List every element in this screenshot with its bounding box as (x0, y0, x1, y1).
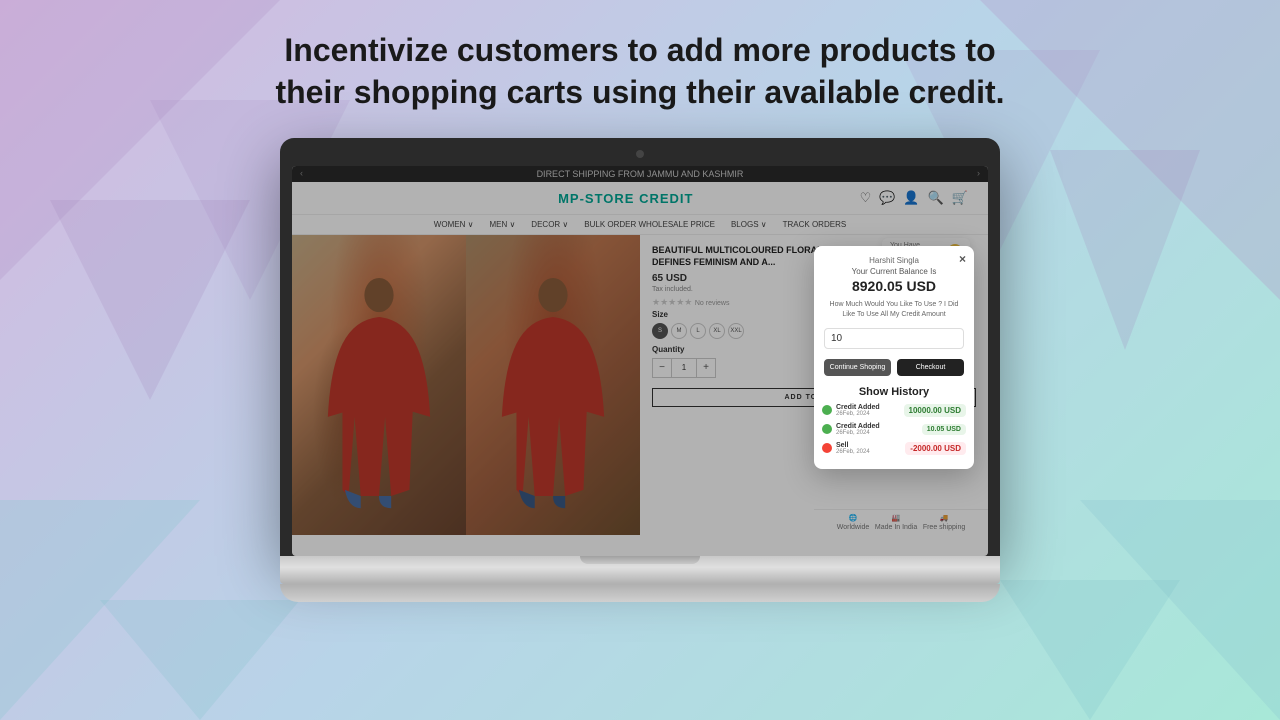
history-amount-3: -2000.00 USD (905, 442, 966, 455)
laptop-base (280, 556, 1000, 584)
history-date-1: 26Feb, 2024 (836, 411, 904, 417)
continue-shopping-button[interactable]: Continue Shoping (824, 359, 891, 376)
checkout-button[interactable]: Checkout (897, 359, 964, 376)
credit-modal: × Harshit Singla Your Current Balance Is… (814, 246, 974, 469)
laptop-screen: ‹ DIRECT SHIPPING FROM JAMMU AND KASHMIR… (292, 166, 988, 556)
hero-headline: Incentivize customers to add more produc… (0, 0, 1280, 133)
modal-action-buttons: Continue Shoping Checkout (814, 353, 974, 382)
history-dot-red-1 (822, 443, 832, 453)
hero-line1: Incentivize customers to add more produc… (284, 32, 995, 68)
history-date-3: 26Feb, 2024 (836, 449, 905, 455)
laptop-bezel: ‹ DIRECT SHIPPING FROM JAMMU AND KASHMIR… (280, 138, 1000, 556)
modal-header: Harshit Singla Your Current Balance Is 8… (814, 246, 974, 300)
history-item-2: Credit Added 26Feb, 2024 10.05 USD (822, 423, 966, 436)
credit-amount-input[interactable] (824, 328, 964, 349)
modal-sub-text: How Much Would You Like To Use ? I Did L… (814, 300, 974, 324)
history-dot-green-2 (822, 424, 832, 434)
history-action-3: Sell (836, 442, 905, 449)
laptop-body: ‹ DIRECT SHIPPING FROM JAMMU AND KASHMIR… (280, 138, 1000, 602)
history-list: Credit Added 26Feb, 2024 10000.00 USD Cr… (814, 404, 974, 469)
history-amount-1: 10000.00 USD (904, 404, 966, 417)
modal-close-button[interactable]: × (959, 252, 966, 266)
laptop-mockup: ‹ DIRECT SHIPPING FROM JAMMU AND KASHMIR… (0, 133, 1280, 602)
hero-line2: their shopping carts using their availab… (275, 74, 1004, 110)
history-dot-green-1 (822, 405, 832, 415)
history-info-3: Sell 26Feb, 2024 (836, 442, 905, 455)
history-action-1: Credit Added (836, 404, 904, 411)
history-amount-2: 10.05 USD (922, 424, 966, 435)
history-info-1: Credit Added 26Feb, 2024 (836, 404, 904, 417)
history-title: Show History (814, 382, 974, 404)
laptop-camera (636, 150, 644, 158)
history-date-2: 26Feb, 2024 (836, 430, 922, 436)
modal-balance-label: Your Current Balance Is (826, 267, 962, 276)
history-info-2: Credit Added 26Feb, 2024 (836, 423, 922, 436)
history-item-3: Sell 26Feb, 2024 -2000.00 USD (822, 442, 966, 455)
modal-balance-amount: 8920.05 USD (826, 278, 962, 294)
history-item-1: Credit Added 26Feb, 2024 10000.00 USD (822, 404, 966, 417)
laptop-foot (280, 584, 1000, 602)
history-action-2: Credit Added (836, 423, 922, 430)
modal-username: Harshit Singla (826, 256, 962, 265)
